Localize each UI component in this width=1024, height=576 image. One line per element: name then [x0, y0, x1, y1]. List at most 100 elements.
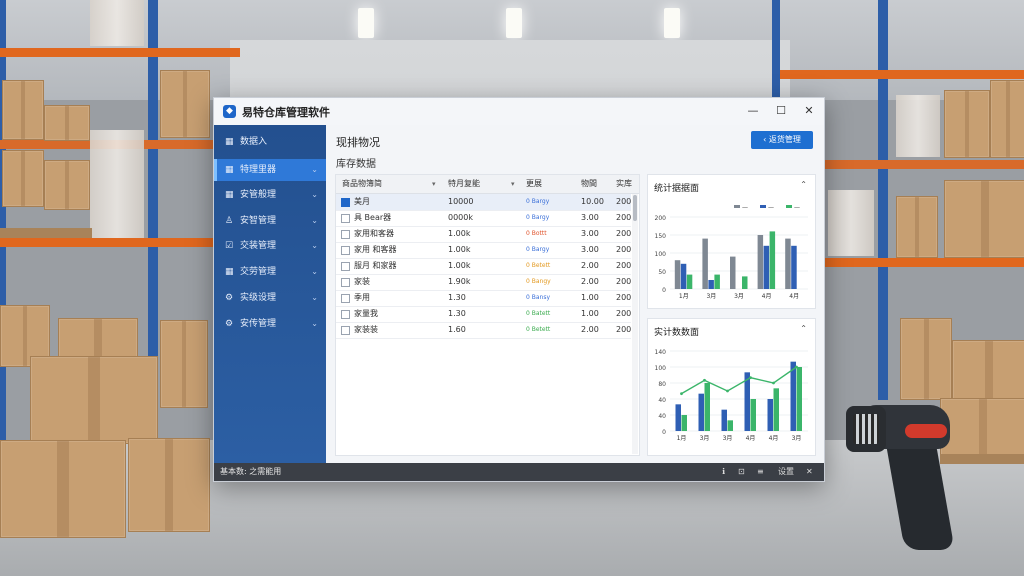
row-checkbox[interactable]: [341, 278, 350, 287]
table-row[interactable]: 家装装 1.60 0 Betett 2.00 200: [336, 322, 631, 339]
info-icon[interactable]: ℹ: [722, 463, 725, 481]
bar: [704, 383, 710, 431]
row-checkbox[interactable]: [341, 294, 350, 303]
cell-name: 家量我: [354, 309, 378, 318]
cell-status: 0 Betett: [526, 262, 551, 269]
bar: [796, 367, 802, 431]
close-icon[interactable]: ✕: [806, 463, 813, 481]
ceiling-light: [506, 8, 522, 38]
cardboard-box: [160, 70, 210, 138]
sidebar-item-label: 实级设理: [240, 293, 277, 303]
menu-icon[interactable]: ≡: [757, 463, 764, 481]
line-point: [726, 389, 729, 393]
row-checkbox[interactable]: [341, 262, 350, 271]
x-tick-label: 3月: [792, 435, 802, 442]
table-row[interactable]: 家量我 1.30 0 Batett 1.00 200: [336, 306, 631, 323]
table-row[interactable]: 家装 1.90k 0 Bangy 2.00 200: [336, 274, 631, 291]
column-header[interactable]: 特月复能: [448, 175, 480, 193]
x-tick-label: 4月: [789, 293, 799, 300]
app-window: ◆ 易特仓库管理软件 — ☐ ✕ ▦ 数据入 ▦ 特理里器 ⌄ ▦ 安管般理 ⌄…: [213, 97, 825, 482]
cell-name: 家装装: [354, 325, 378, 334]
sidebar-item-labor[interactable]: ▦ 交劳管理 ⌄: [214, 261, 326, 283]
sidebar-item-data-entry[interactable]: ▦ 数据入: [214, 131, 326, 153]
cardboard-box: [44, 105, 90, 141]
table-row[interactable]: 家用 和客器 1.00k 0 Bargy 3.00 200: [336, 242, 631, 259]
sidebar-item-staff[interactable]: ♙ 安智管理 ⌄: [214, 210, 326, 232]
row-checkbox[interactable]: [341, 214, 350, 223]
row-checkbox[interactable]: [341, 326, 350, 335]
minimize-button[interactable]: —: [742, 102, 764, 120]
cell-date: 2.00: [581, 277, 599, 286]
y-tick-label: 50: [658, 269, 666, 276]
cell-name: 季用: [354, 293, 370, 302]
y-tick-label: 100: [655, 251, 667, 258]
cell-status: 0 Bottt: [526, 230, 547, 237]
main-content: 现排物况 库存数据 ‹ 返货管理 商品物簿简 ▾ 特月复能 ▾ 更展 物間 实库…: [326, 125, 824, 463]
cell-date: 1.00: [581, 293, 599, 302]
row-checkbox[interactable]: [341, 310, 350, 319]
cardboard-box: [58, 318, 138, 360]
table-row[interactable]: 季用 1.30 0 Bansy 1.00 200: [336, 290, 631, 307]
column-header[interactable]: 更展: [526, 175, 542, 193]
cell-status: 0 Betett: [526, 326, 551, 333]
row-checkbox[interactable]: [341, 198, 350, 207]
scrollbar-thumb[interactable]: [633, 195, 637, 221]
grid-icon: ▦: [225, 267, 234, 277]
bar: [742, 276, 748, 289]
line-point: [772, 381, 775, 385]
scrollbar-track[interactable]: [632, 194, 638, 454]
table-row[interactable]: 具 Bear器 0000k 0 Bargy 3.00 200: [336, 210, 631, 227]
column-header[interactable]: 商品物簿简: [342, 175, 382, 193]
cell-date: 1.00: [581, 309, 599, 318]
wrapped-pallet: [828, 190, 874, 256]
sidebar-item-inventory[interactable]: ▦ 特理里器 ⌄: [214, 159, 326, 181]
bar: [702, 238, 708, 289]
ceiling-light: [358, 8, 374, 38]
chevron-down-icon: ⌄: [311, 319, 318, 328]
x-tick-label: 3月: [700, 435, 710, 442]
cell-date: 3.00: [581, 245, 599, 254]
row-checkbox[interactable]: [341, 246, 350, 255]
sidebar-item-label: 特理里器: [240, 165, 277, 175]
table-row[interactable]: 服月 和家器 1.00k 0 Betett 2.00 200: [336, 258, 631, 275]
cell-qty: 200: [616, 229, 632, 238]
table-row[interactable]: 美月 10000 0 Bargy 10.00 200: [336, 194, 631, 211]
column-header[interactable]: 实库: [616, 175, 632, 193]
return-management-button[interactable]: ‹ 返货管理: [751, 131, 813, 149]
bar: [675, 404, 681, 431]
maximize-button[interactable]: ☐: [770, 102, 792, 120]
window-icon[interactable]: ⊡: [738, 463, 745, 481]
sidebar-item-security[interactable]: ▦ 安管般理 ⌄: [214, 184, 326, 206]
bar: [763, 245, 770, 289]
cell-qty: 200: [616, 309, 632, 318]
caret-down-icon[interactable]: ▾: [432, 175, 436, 193]
rack-upright: [0, 0, 6, 440]
grid-icon: ▦: [225, 165, 234, 175]
table-row[interactable]: 家用和客器 1.00k 0 Bottt 3.00 200: [336, 226, 631, 243]
sidebar-item-transfer[interactable]: ⚙ 安传管理 ⌄: [214, 313, 326, 335]
bar: [791, 245, 797, 289]
bar: [757, 235, 764, 289]
bar: [686, 274, 693, 289]
cell-qty: 200: [616, 293, 632, 302]
ceiling-light: [664, 8, 680, 38]
pallet: [0, 228, 92, 238]
chevron-down-icon: ⌄: [311, 241, 318, 250]
caret-down-icon[interactable]: ▾: [511, 175, 515, 193]
row-checkbox[interactable]: [341, 230, 350, 239]
sidebar-item-settings[interactable]: ⚙ 实级设理 ⌄: [214, 287, 326, 309]
y-tick-label: 0: [662, 429, 666, 436]
wrapped-pallet: [896, 95, 940, 157]
cell-value: 1.30: [448, 309, 466, 318]
x-tick-label: 3月: [723, 435, 733, 442]
line-point: [749, 376, 752, 380]
column-header[interactable]: 物間: [581, 175, 597, 193]
rack-beam: [780, 70, 1024, 79]
cell-date: 2.00: [581, 261, 599, 270]
cell-name: 服月 和家器: [354, 261, 397, 270]
page-title: 现排物况: [336, 136, 380, 149]
sidebar-item-shipping[interactable]: ☑ 交装管理 ⌄: [214, 235, 326, 257]
cell-status: 0 Bargy: [526, 214, 550, 221]
settings-label[interactable]: 设置: [778, 463, 794, 481]
close-button[interactable]: ✕: [798, 102, 820, 120]
